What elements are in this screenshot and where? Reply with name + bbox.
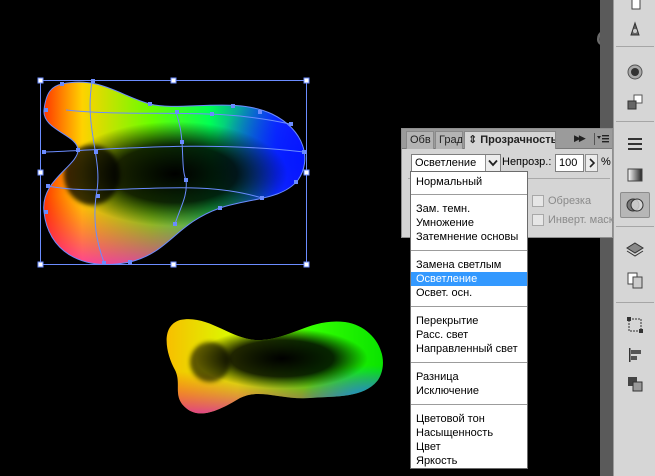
opacity-unit: % [601, 156, 611, 168]
invert-mask-label: Инверт. маска [548, 214, 614, 226]
blend-option-darken[interactable]: Зам. темн. [411, 202, 527, 216]
selection-tool-icon[interactable] [620, 0, 650, 16]
gradient-panel-icon[interactable] [620, 162, 650, 188]
clip-checkbox[interactable] [532, 195, 544, 207]
blend-option-soft-light[interactable]: Расс. свет [411, 328, 527, 342]
invert-mask-checkbox[interactable] [532, 214, 544, 226]
blend-option-multiply[interactable]: Умножение [411, 216, 527, 230]
opacity-label: Непрозр.: [502, 156, 552, 168]
clip-label: Обрезка [548, 195, 592, 207]
chevron-right-icon[interactable] [585, 154, 598, 172]
blend-option-exclusion[interactable]: Исключение [411, 384, 527, 398]
tools-separator [616, 226, 654, 227]
tools-separator [616, 302, 654, 303]
appearance-panel-icon[interactable] [620, 237, 650, 263]
blend-mode-select[interactable]: Осветление [411, 154, 501, 172]
blend-option-normal[interactable]: Нормальный [411, 175, 527, 189]
option-separator [411, 250, 527, 251]
pen-tool-icon[interactable] [620, 16, 650, 42]
option-separator [411, 404, 527, 405]
pathfinder-icon[interactable] [620, 371, 650, 397]
option-separator [411, 194, 527, 195]
blend-option-luminosity[interactable]: Яркость [411, 454, 527, 468]
panel-dock [613, 0, 655, 476]
blend-option-color-dodge[interactable]: Освет. осн. [411, 286, 527, 300]
option-separator [411, 362, 527, 363]
chevron-down-icon[interactable] [485, 155, 500, 171]
blend-option-overlay[interactable]: Перекрытие [411, 314, 527, 328]
tools-separator [616, 121, 654, 122]
opacity-input[interactable]: 100 [555, 154, 584, 172]
blend-option-hue[interactable]: Цветовой тон [411, 412, 527, 426]
panel-menu-icon[interactable] [594, 132, 610, 146]
blend-option-screen[interactable]: Осветление [411, 272, 527, 286]
transparency-panel-icon[interactable] [620, 192, 650, 218]
blend-mode-value: Осветление [415, 157, 477, 169]
tab-gradient[interactable]: Град [435, 131, 463, 149]
panel-tab-bar: Обв Град ⇕ Прозрачность ▶▶ [402, 129, 612, 149]
blend-option-color-burn[interactable]: Затемнение основы [411, 230, 527, 244]
blended-gradient-shape [166, 319, 383, 414]
graphic-styles-icon[interactable] [620, 267, 650, 293]
double-chevron-right-icon[interactable]: ▶▶ [574, 133, 586, 144]
blend-option-lighten[interactable]: Замена светлым [411, 258, 527, 272]
blend-option-hard-light[interactable]: Направленный свет [411, 342, 527, 356]
align-icon[interactable] [620, 342, 650, 368]
circle-target-icon[interactable] [620, 59, 650, 85]
blend-option-color[interactable]: Цвет [411, 440, 527, 454]
gradient-mesh-shape [43, 82, 305, 265]
blend-mode-dropdown: Нормальный Зам. темн. Умножение Затемнен… [410, 171, 528, 469]
stroke-panel-icon[interactable] [620, 131, 650, 157]
symbol-sprayer-icon[interactable] [620, 89, 650, 115]
option-separator [411, 306, 527, 307]
transform-icon[interactable] [620, 312, 650, 338]
blend-option-saturation[interactable]: Насыщенность [411, 426, 527, 440]
blend-option-difference[interactable]: Разница [411, 370, 527, 384]
tools-separator [616, 46, 654, 47]
tab-stroke[interactable]: Обв [406, 131, 434, 149]
tab-transparency[interactable]: ⇕ Прозрачность [464, 131, 556, 149]
